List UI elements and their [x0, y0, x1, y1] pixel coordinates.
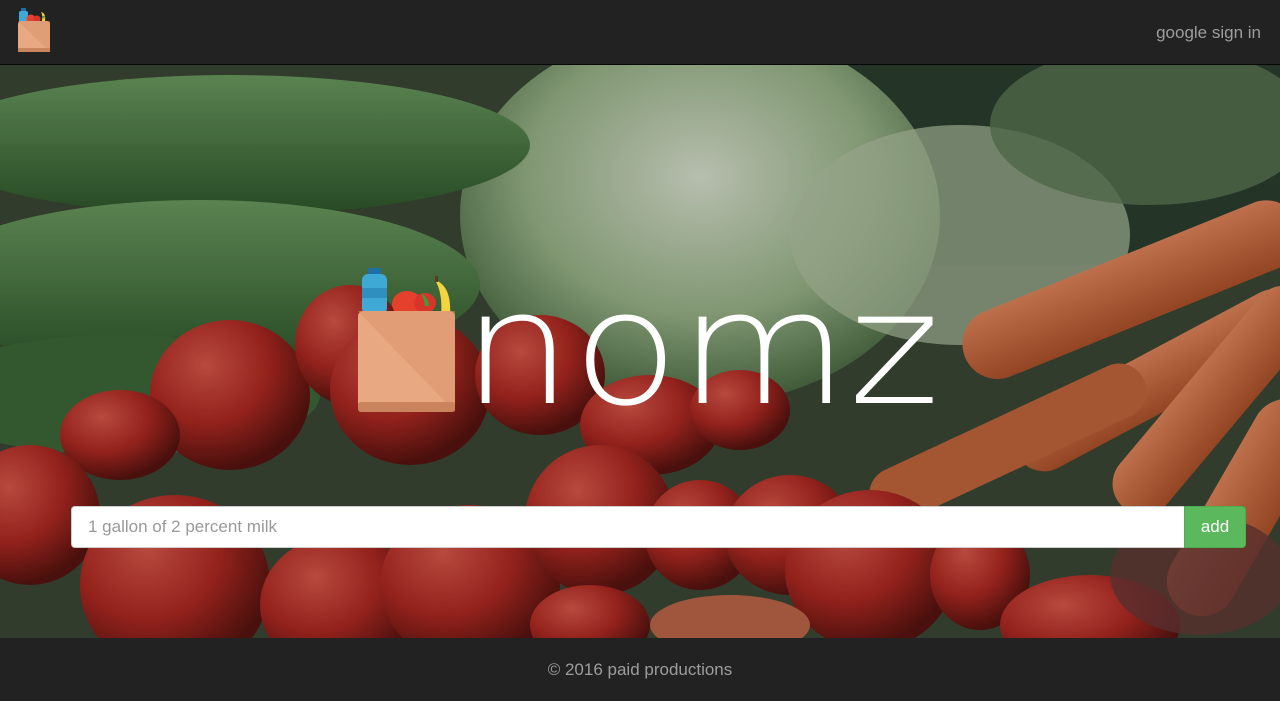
grocery-bag-icon	[358, 268, 455, 412]
footer: © 2016 paid productions	[0, 638, 1280, 695]
nomz-logo-text: nomz	[462, 295, 940, 415]
item-search-input[interactable]	[71, 506, 1185, 548]
grocery-bag-icon[interactable]	[17, 7, 53, 53]
google-sign-in-link[interactable]: google sign in	[1156, 23, 1261, 43]
navbar: google sign in	[0, 0, 1280, 65]
copyright-text: © 2016 paid productions	[547, 660, 733, 679]
logo-wordmark: nomz	[462, 295, 940, 415]
hero-section: nomz add	[0, 65, 1280, 638]
add-item-form: add	[71, 506, 1246, 548]
add-button[interactable]: add	[1184, 506, 1246, 548]
